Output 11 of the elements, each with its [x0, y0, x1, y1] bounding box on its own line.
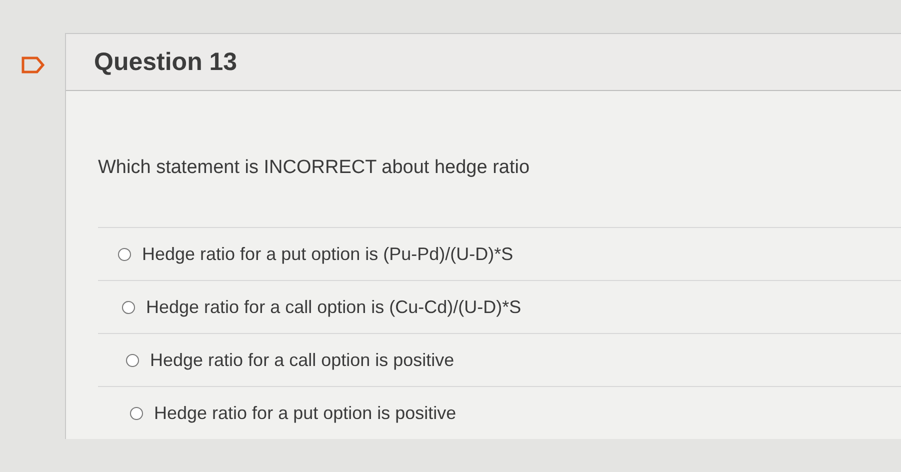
option-label[interactable]: Hedge ratio for a put option is positive: [154, 402, 456, 424]
option-label[interactable]: Hedge ratio for a call option is positive: [150, 350, 454, 370]
radio-button[interactable]: [126, 354, 139, 366]
radio-button[interactable]: [122, 300, 135, 314]
radio-button[interactable]: [130, 406, 143, 420]
question-title: Question 13: [94, 48, 238, 76]
radio-button[interactable]: [118, 248, 131, 260]
question-prompt: Which statement is INCORRECT about hedge ratio: [98, 157, 531, 179]
option-label[interactable]: Hedge ratio for a put option is (Pu-Pd)/(U-D)*S: [142, 244, 514, 264]
option-label[interactable]: Hedge ratio for a call option is (Cu-Cd)/(U-D)*S: [146, 296, 522, 318]
flag-icon[interactable]: [20, 56, 44, 74]
